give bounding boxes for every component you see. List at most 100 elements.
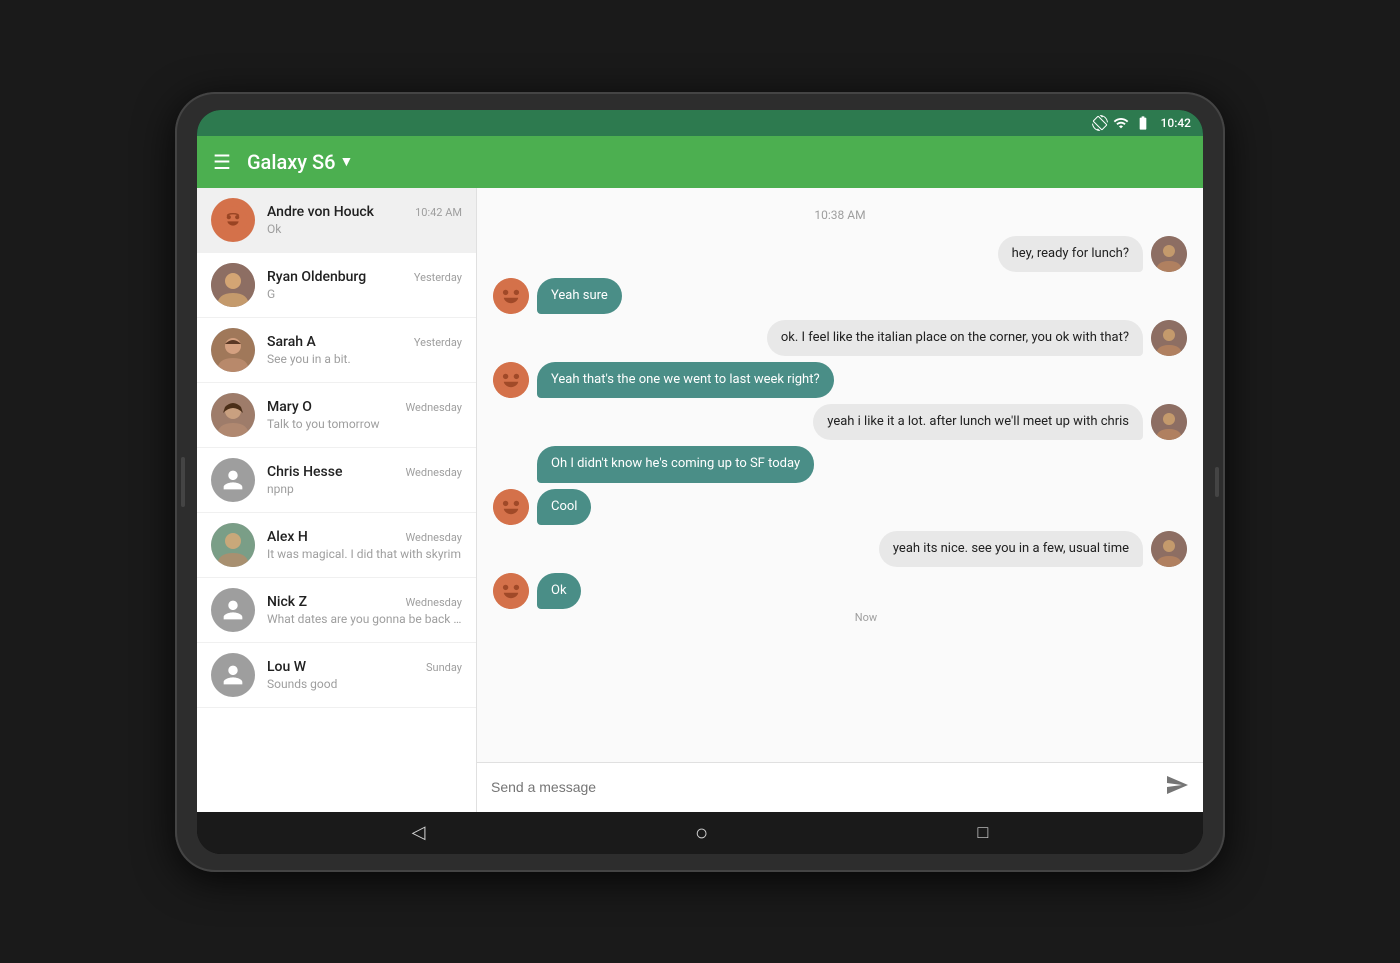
status-icons: 10:42 bbox=[1092, 115, 1191, 131]
contact-time: Wednesday bbox=[405, 466, 462, 479]
status-bar: 10:42 bbox=[197, 110, 1203, 136]
contact-time: 10:42 AM bbox=[415, 206, 462, 219]
message-time-label: Now bbox=[545, 611, 1187, 624]
message-bubble: Yeah that's the one we went to last week… bbox=[537, 362, 834, 398]
contact-info-chris: Chris Hesse Wednesday npnp bbox=[267, 464, 462, 496]
message-bubble: Oh I didn't know he's coming up to SF to… bbox=[537, 446, 814, 482]
avatar-mary bbox=[211, 393, 255, 437]
avatar-ryan bbox=[211, 263, 255, 307]
andre-msg-avatar bbox=[493, 573, 529, 609]
sender-avatar bbox=[1151, 531, 1187, 567]
battery-icon bbox=[1134, 115, 1152, 131]
contact-item-lou[interactable]: Lou W Sunday Sounds good bbox=[197, 643, 476, 708]
contact-name: Nick Z bbox=[267, 594, 307, 610]
wifi-icon bbox=[1113, 115, 1129, 131]
contact-preview: Ok bbox=[267, 222, 462, 236]
receiver-avatar bbox=[493, 362, 529, 398]
message-row: yeah i like it a lot. after lunch we'll … bbox=[493, 404, 1187, 440]
contact-info-nick: Nick Z Wednesday What dates are you gonn… bbox=[267, 594, 462, 626]
contact-preview: What dates are you gonna be back in M... bbox=[267, 612, 462, 626]
contact-name: Mary O bbox=[267, 399, 312, 415]
contact-item-nick[interactable]: Nick Z Wednesday What dates are you gonn… bbox=[197, 578, 476, 643]
nick-avatar-icon bbox=[219, 596, 247, 624]
andre-avatar-icon bbox=[219, 206, 247, 234]
chris-avatar-icon bbox=[219, 466, 247, 494]
contact-preview: npnp bbox=[267, 482, 462, 496]
contact-time: Yesterday bbox=[414, 271, 462, 284]
message-bubble: Yeah sure bbox=[537, 278, 622, 314]
contact-preview: Talk to you tomorrow bbox=[267, 417, 462, 431]
message-row: yeah its nice. see you in a few, usual t… bbox=[493, 531, 1187, 567]
sender-avatar bbox=[1151, 404, 1187, 440]
contact-item-andre[interactable]: Andre von Houck 10:42 AM Ok bbox=[197, 188, 476, 253]
contact-name: Alex H bbox=[267, 529, 308, 545]
andre-msg-avatar bbox=[493, 362, 529, 398]
contact-time: Wednesday bbox=[405, 401, 462, 414]
tablet-screen: 10:42 ☰ Galaxy S6 ▼ bbox=[197, 110, 1203, 854]
message-bubble: Ok bbox=[537, 573, 581, 609]
ryan-avatar bbox=[211, 263, 255, 307]
app-title-text: Galaxy S6 bbox=[247, 150, 336, 174]
contact-time: Yesterday bbox=[414, 336, 462, 349]
avatar-andre bbox=[211, 198, 255, 242]
contact-item-chris[interactable]: Chris Hesse Wednesday npnp bbox=[197, 448, 476, 513]
contact-item-alex[interactable]: Alex H Wednesday It was magical. I did t… bbox=[197, 513, 476, 578]
app-bar: ☰ Galaxy S6 ▼ bbox=[197, 136, 1203, 188]
home-button[interactable]: ○ bbox=[695, 820, 708, 846]
contact-time: Wednesday bbox=[405, 596, 462, 609]
sender-avatar-icon bbox=[1151, 320, 1187, 356]
recents-button[interactable]: □ bbox=[977, 822, 988, 843]
avatar-chris bbox=[211, 458, 255, 502]
power-button bbox=[1215, 467, 1219, 497]
contact-preview: See you in a bit. bbox=[267, 352, 462, 366]
sender-avatar bbox=[1151, 320, 1187, 356]
receiver-avatar bbox=[493, 489, 529, 525]
contact-name: Sarah A bbox=[267, 334, 316, 350]
message-bubble: yeah its nice. see you in a few, usual t… bbox=[879, 531, 1143, 567]
contact-item-mary[interactable]: Mary O Wednesday Talk to you tomorrow bbox=[197, 383, 476, 448]
contact-name: Ryan Oldenburg bbox=[267, 269, 366, 285]
send-button[interactable] bbox=[1165, 773, 1189, 802]
contact-list: Andre von Houck 10:42 AM Ok bbox=[197, 188, 477, 812]
back-button[interactable]: ◁ bbox=[412, 822, 426, 843]
sender-avatar-icon bbox=[1151, 404, 1187, 440]
contact-preview: It was magical. I did that with skyrim bbox=[267, 547, 462, 561]
last-message-group: Ok Now bbox=[493, 573, 1187, 624]
message-bubble: ok. I feel like the italian place on the… bbox=[767, 320, 1143, 356]
title-dropdown-icon[interactable]: ▼ bbox=[340, 153, 354, 170]
avatar-lou bbox=[211, 653, 255, 697]
message-row: ok. I feel like the italian place on the… bbox=[493, 320, 1187, 356]
message-row: Yeah sure bbox=[493, 278, 1187, 314]
hamburger-icon[interactable]: ☰ bbox=[213, 150, 231, 174]
chat-area: 10:38 AM hey, ready for lunch? bbox=[477, 188, 1203, 812]
contact-name: Chris Hesse bbox=[267, 464, 342, 480]
andre-msg-avatar bbox=[493, 489, 529, 525]
contact-name: Andre von Houck bbox=[267, 204, 374, 220]
contact-preview: G bbox=[267, 287, 462, 301]
contact-info-andre: Andre von Houck 10:42 AM Ok bbox=[267, 204, 462, 236]
avatar-nick bbox=[211, 588, 255, 632]
contact-item-ryan[interactable]: Ryan Oldenburg Yesterday G bbox=[197, 253, 476, 318]
message-bubble: Cool bbox=[537, 489, 591, 525]
contact-info-alex: Alex H Wednesday It was magical. I did t… bbox=[267, 529, 462, 561]
contact-preview: Sounds good bbox=[267, 677, 462, 691]
message-input[interactable] bbox=[491, 779, 1153, 795]
message-row: Yeah that's the one we went to last week… bbox=[493, 362, 1187, 398]
lou-avatar-icon bbox=[219, 661, 247, 689]
message-bubble: hey, ready for lunch? bbox=[998, 236, 1143, 272]
contact-info-sarah: Sarah A Yesterday See you in a bit. bbox=[267, 334, 462, 366]
status-time: 10:42 bbox=[1161, 116, 1191, 130]
sender-avatar bbox=[1151, 236, 1187, 272]
sarah-avatar bbox=[211, 328, 255, 372]
receiver-avatar bbox=[493, 573, 529, 609]
alex-avatar bbox=[211, 523, 255, 567]
app-bar-title: Galaxy S6 ▼ bbox=[247, 150, 353, 174]
volume-button bbox=[181, 457, 185, 507]
contact-item-sarah[interactable]: Sarah A Yesterday See you in a bit. bbox=[197, 318, 476, 383]
contact-time: Wednesday bbox=[405, 531, 462, 544]
chat-messages: 10:38 AM hey, ready for lunch? bbox=[477, 188, 1203, 762]
andre-msg-avatar bbox=[493, 278, 529, 314]
nav-bar: ◁ ○ □ bbox=[197, 812, 1203, 854]
avatar-alex bbox=[211, 523, 255, 567]
contact-name: Lou W bbox=[267, 659, 306, 675]
